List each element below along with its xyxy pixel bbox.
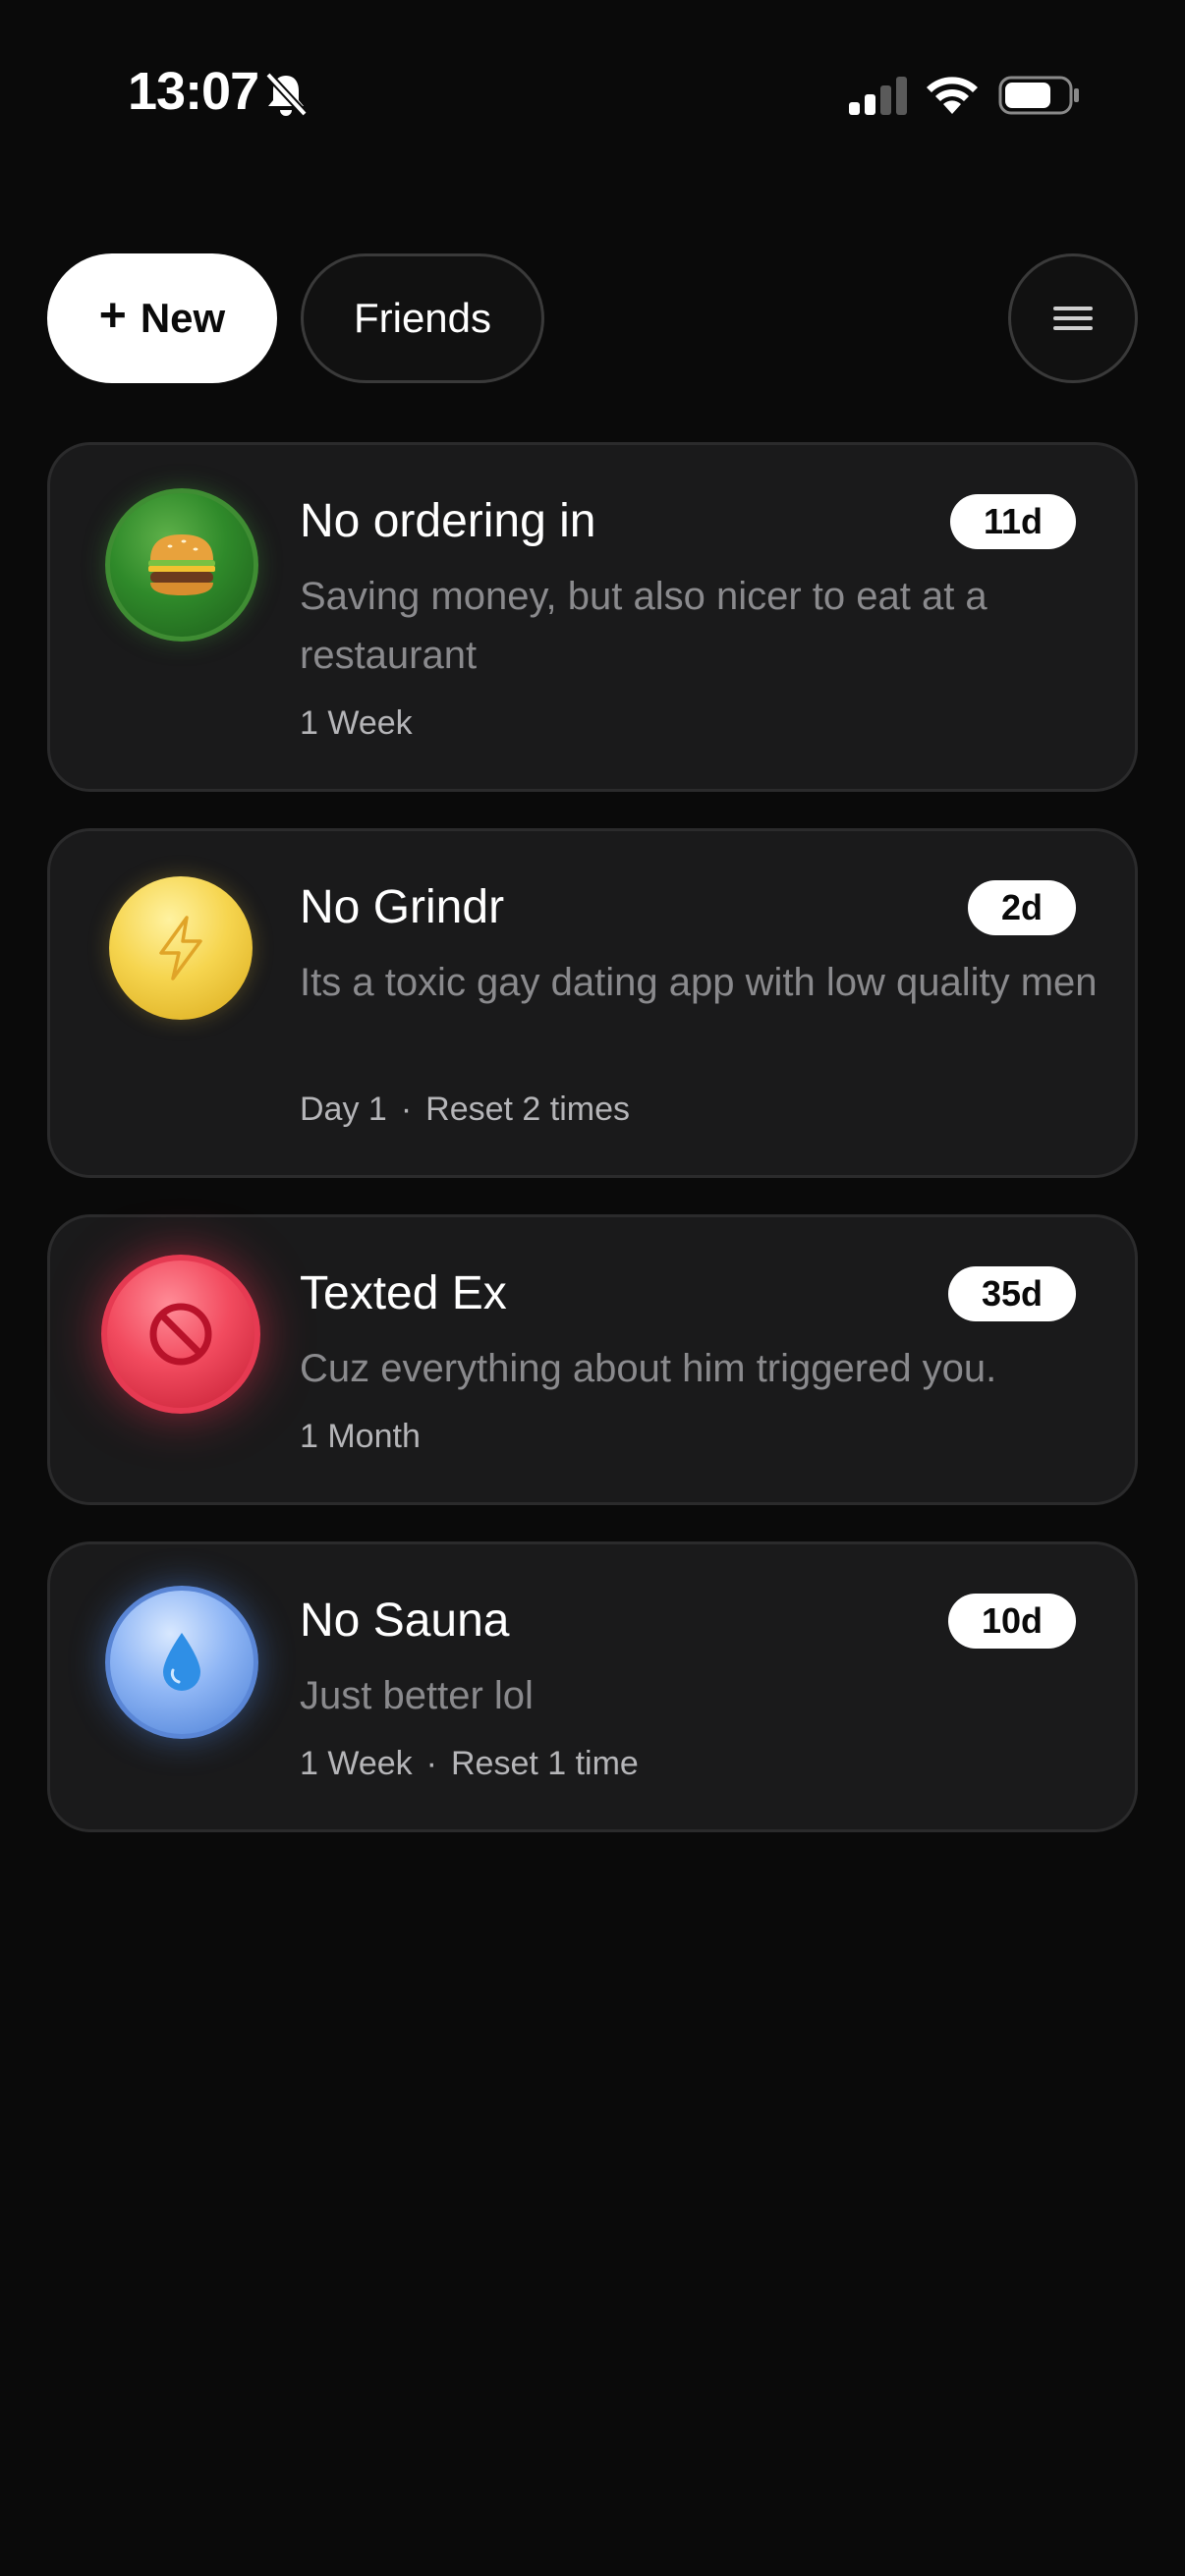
habit-duration: 1 Month [300, 1418, 421, 1455]
habit-icon [105, 488, 258, 642]
streak-badge: 10d [947, 1594, 1076, 1649]
new-button-label: New [140, 295, 226, 341]
friends-button[interactable]: Friends [301, 253, 544, 383]
habit-icon [101, 1255, 260, 1414]
friends-button-label: Friends [353, 295, 492, 341]
water-drop-icon [163, 1633, 200, 1691]
habit-meta: 1 Month [300, 1418, 421, 1456]
habit-meta: 1 Week · Reset 1 time [300, 1745, 639, 1782]
streak-badge: 35d [947, 1266, 1076, 1321]
habit-title: Texted Ex [300, 1267, 507, 1319]
prohibited-icon [149, 1303, 212, 1366]
battery-icon [998, 76, 1079, 115]
menu-button[interactable] [1008, 253, 1138, 383]
app-screen: 13:07 + New Friends No ordering in Savin… [0, 0, 1185, 2576]
habit-icon [109, 876, 253, 1020]
cellular-signal-icon [849, 77, 907, 115]
plus-icon: + [98, 290, 127, 342]
habit-icon [105, 1586, 258, 1739]
habit-reset-count: Reset 1 time [450, 1745, 639, 1782]
habit-title: No Sauna [300, 1595, 510, 1647]
habit-title: No Grindr [300, 881, 505, 933]
status-time: 13:07 [128, 62, 259, 121]
habit-description: Cuz everything about him triggered you. [300, 1347, 997, 1390]
new-button[interactable]: + New [47, 253, 277, 383]
streak-badge: 2d [967, 880, 1076, 935]
burger-icon [148, 534, 215, 595]
lightning-icon [159, 916, 202, 980]
habit-card[interactable]: No Grindr Its a toxic gay dating app wit… [47, 828, 1138, 1178]
bell-slash-icon [265, 72, 308, 117]
habit-description: Its a toxic gay dating app with low qual… [300, 961, 1098, 1004]
habit-meta: Day 1 · Reset 2 times [300, 1091, 631, 1128]
habit-meta: 1 Week [300, 704, 413, 743]
wifi-icon [927, 77, 978, 114]
habit-card[interactable]: Texted Ex Cuz everything about him trigg… [47, 1214, 1138, 1505]
habit-description: Just better lol [300, 1674, 534, 1717]
habit-duration: Day 1 [300, 1091, 387, 1128]
hamburger-icon [1053, 307, 1093, 330]
habit-description: Saving money, but also nicer to eat at a… [300, 575, 988, 677]
habit-card[interactable]: No ordering in Saving money, but also ni… [47, 442, 1138, 792]
habit-title: No ordering in [300, 495, 596, 547]
habit-card[interactable]: No Sauna Just better lol 1 Week · Reset 1 … [47, 1541, 1138, 1832]
habit-duration: 1 Week [300, 1745, 413, 1782]
status-bar: 13:07 [0, 0, 1185, 196]
habit-reset-count: Reset 2 times [425, 1091, 631, 1128]
streak-badge: 11d [949, 494, 1076, 549]
habit-duration: 1 Week [300, 704, 413, 742]
